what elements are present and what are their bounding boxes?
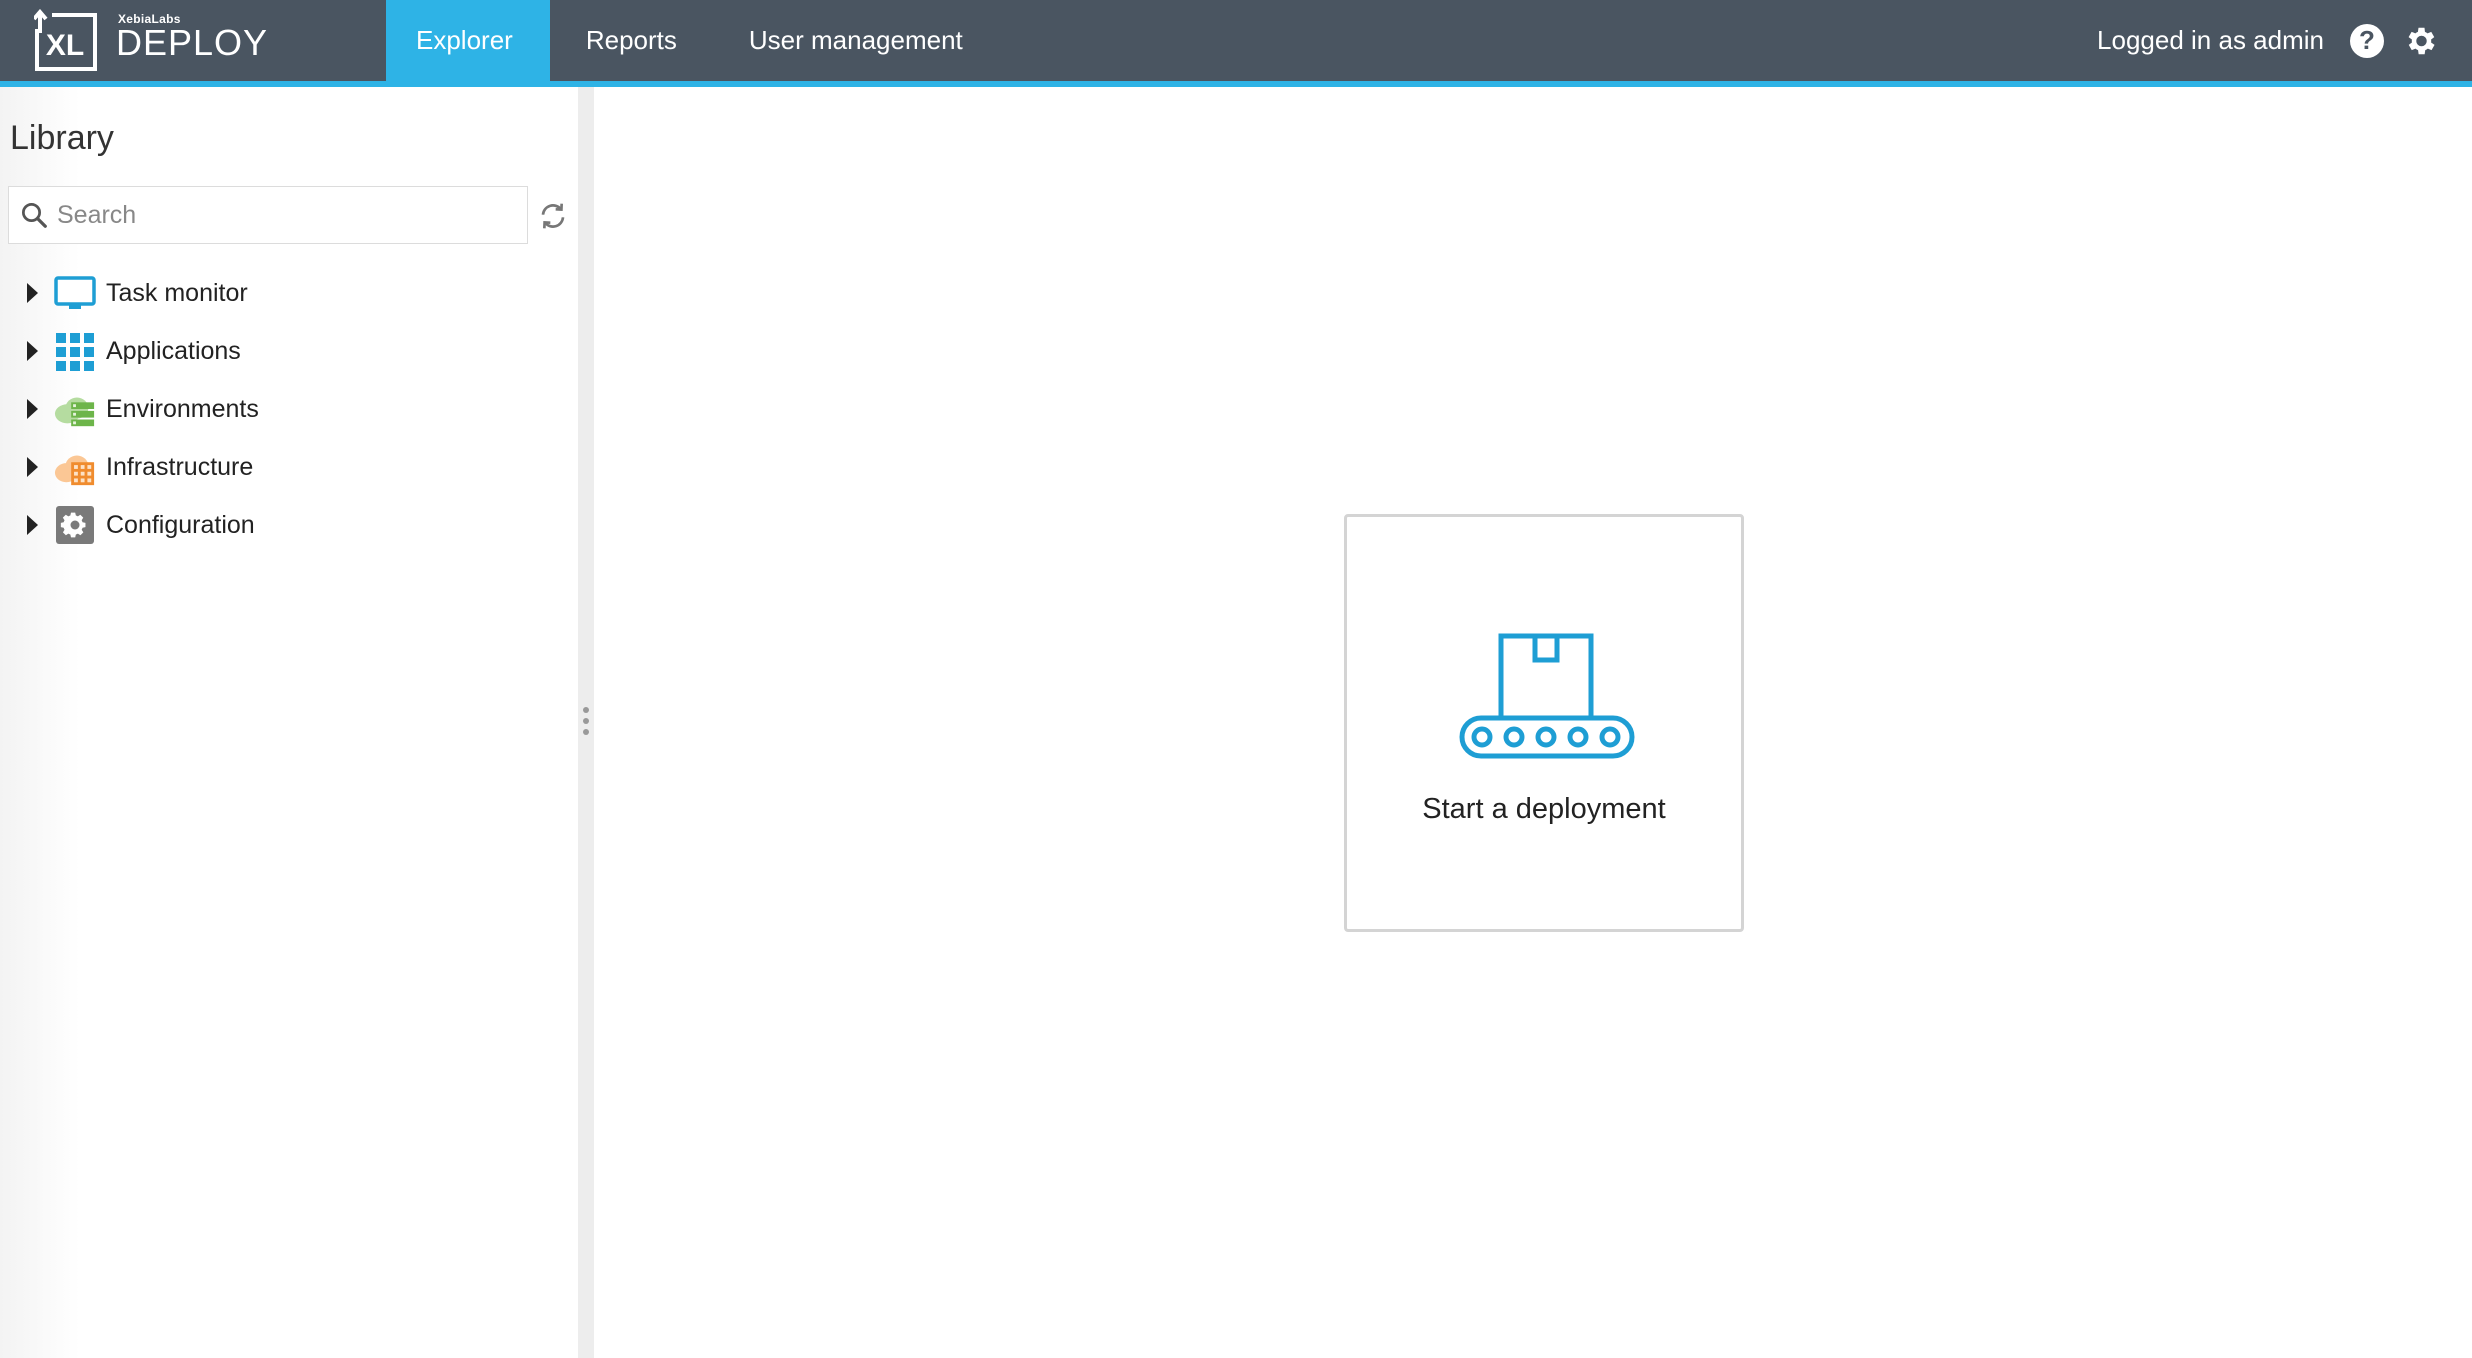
start-deployment-card[interactable]: Start a deployment xyxy=(1344,514,1744,932)
tab-explorer-label: Explorer xyxy=(416,25,513,55)
caret-right-icon[interactable] xyxy=(27,283,38,303)
tree-item-configuration[interactable]: Configuration xyxy=(0,496,570,554)
xl-logo-icon: XL xyxy=(34,9,97,71)
user-area: Logged in as admin ? xyxy=(2097,0,2438,81)
grid-icon xyxy=(54,330,96,372)
monitor-icon xyxy=(54,272,96,314)
caret-right-icon[interactable] xyxy=(27,515,38,535)
search-icon xyxy=(22,203,47,228)
library-title: Library xyxy=(10,119,114,157)
tree-item-infrastructure[interactable]: Infrastructure xyxy=(0,438,570,496)
logo-product: DEPLOY xyxy=(116,22,269,63)
user-status: Logged in as admin xyxy=(2097,25,2324,55)
top-navigation-bar: XL XebiaLabs DEPLOY Explorer Reports Use… xyxy=(0,0,2472,87)
cloud-building-icon xyxy=(54,446,96,488)
logo-mark: XL xyxy=(46,29,84,62)
question-circle-icon[interactable]: ? xyxy=(2350,23,2384,58)
main-nav: Explorer Reports User management xyxy=(386,0,999,81)
tab-reports[interactable]: Reports xyxy=(550,0,713,81)
library-tree: Task monitor Applications Environments I… xyxy=(0,264,570,554)
start-deployment-label: Start a deployment xyxy=(1422,793,1666,825)
gear-icon[interactable] xyxy=(2402,23,2438,59)
caret-right-icon[interactable] xyxy=(27,457,38,477)
conveyor-icon xyxy=(1459,633,1635,759)
settings-box-icon xyxy=(54,504,96,546)
tab-user-management-label: User management xyxy=(748,25,963,55)
sidebar-resize-handle[interactable] xyxy=(578,87,594,1358)
tree-item-label: Infrastructure xyxy=(106,452,254,481)
library-sidebar: Library Task monitor xyxy=(0,87,578,1358)
tab-explorer[interactable]: Explorer xyxy=(386,0,550,81)
tree-item-applications[interactable]: Applications xyxy=(0,322,570,380)
main-content: Start a deployment xyxy=(594,87,2472,1358)
caret-right-icon[interactable] xyxy=(27,341,38,361)
drag-handle-icon xyxy=(583,707,589,740)
tree-item-environments[interactable]: Environments xyxy=(0,380,570,438)
tab-reports-label: Reports xyxy=(585,25,677,55)
cloud-server-icon xyxy=(54,388,96,430)
caret-right-icon[interactable] xyxy=(27,399,38,419)
tree-item-label: Configuration xyxy=(106,510,255,539)
search-box[interactable] xyxy=(8,186,528,244)
tree-item-label: Environments xyxy=(106,394,259,423)
refresh-icon[interactable] xyxy=(537,200,569,232)
tree-item-label: Applications xyxy=(106,336,241,365)
tree-item-task-monitor[interactable]: Task monitor xyxy=(0,264,570,322)
search-input[interactable] xyxy=(55,199,495,231)
tree-item-label: Task monitor xyxy=(106,278,248,307)
tab-user-management[interactable]: User management xyxy=(713,0,999,81)
app-logo[interactable]: XL XebiaLabs DEPLOY xyxy=(34,9,268,71)
